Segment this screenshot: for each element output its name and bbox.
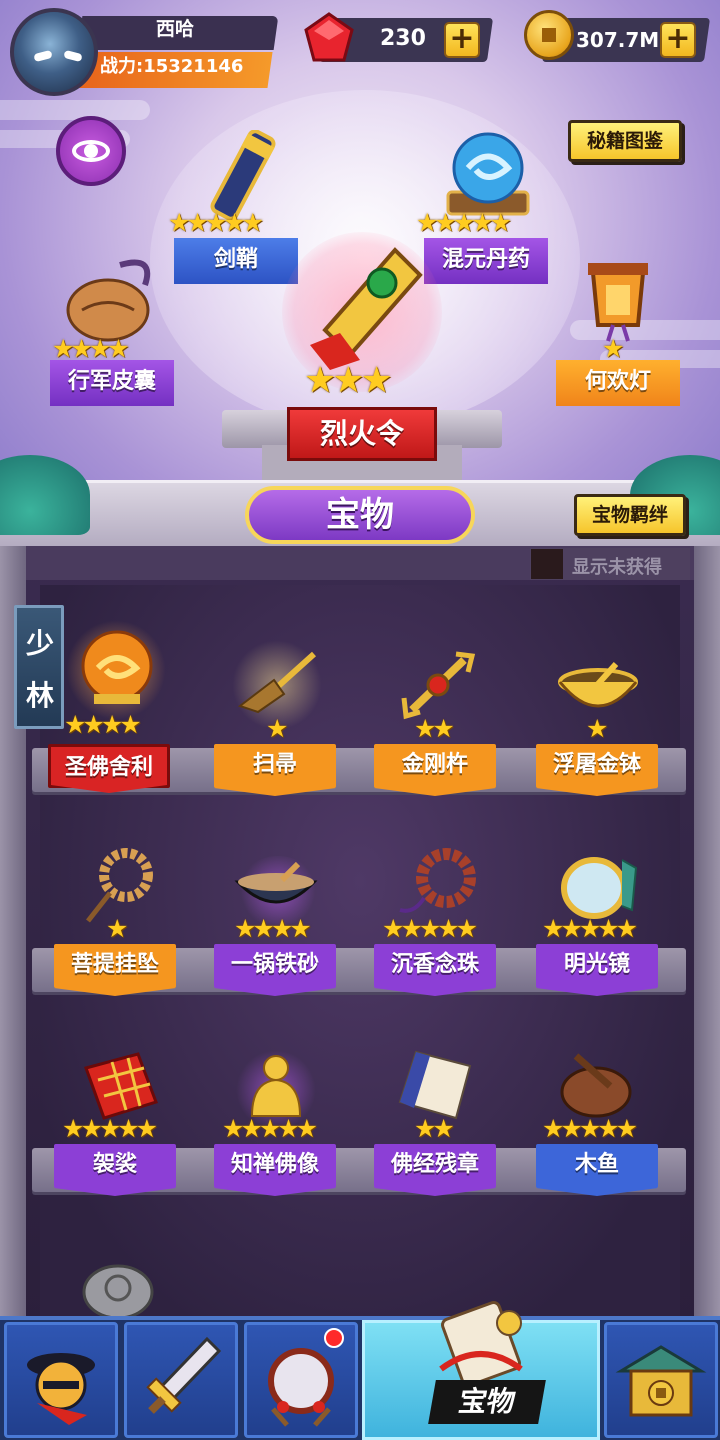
star-rating: ★★ xyxy=(414,1114,455,1143)
star-rating: ★★★★★ xyxy=(416,208,512,237)
iron-sand-wok-icon xyxy=(234,861,318,904)
nav-active-label: 宝物 xyxy=(428,1380,546,1424)
star-rating: ★ xyxy=(586,714,609,743)
mirror-icon xyxy=(561,857,638,919)
stone-disc-icon[interactable] xyxy=(80,1262,156,1316)
star-rating: ★★★★ xyxy=(234,914,312,943)
toggle-checkbox[interactable] xyxy=(531,549,563,579)
nav-tab-weapon[interactable] xyxy=(124,1322,238,1438)
fire-token-icon xyxy=(310,247,423,370)
star-rating: ★★★★★ xyxy=(168,208,264,237)
featured-label: 混元丹药 xyxy=(424,238,548,284)
relic-orb-icon xyxy=(81,630,153,704)
treasure-label: 一锅铁砂 xyxy=(214,944,336,988)
robe-icon xyxy=(84,1052,158,1120)
treasure-label: 沉香念珠 xyxy=(374,944,496,988)
star-rating: ★★★★★ xyxy=(62,1114,158,1143)
featured-label: 何欢灯 xyxy=(556,360,680,406)
lantern-icon xyxy=(588,263,648,342)
scripture-icon xyxy=(398,1050,472,1120)
treasure-label: 菩提挂坠 xyxy=(54,944,176,988)
buddha-statue-icon xyxy=(250,1055,302,1117)
treasure-label: 佛经残章 xyxy=(374,1144,496,1188)
ruby-gem-icon xyxy=(304,12,354,62)
featured-label: 剑鞘 xyxy=(174,238,298,284)
star-rating: ★★★ xyxy=(304,360,393,401)
coin-count: 307.7M xyxy=(576,28,660,52)
avatar[interactable] xyxy=(10,8,98,96)
treasure-label: 明光镜 xyxy=(536,944,658,988)
treasure-label: 袈裟 xyxy=(54,1144,176,1188)
wooden-fish-icon xyxy=(560,1053,632,1118)
star-rating: ★★★★★ xyxy=(542,914,638,943)
star-rating: ★ xyxy=(602,334,625,363)
golden-bowl-icon xyxy=(558,661,638,708)
sword-icon xyxy=(146,1336,222,1414)
nav-tab-building[interactable] xyxy=(604,1322,718,1438)
treasure-label: 知禅佛像 xyxy=(214,1144,336,1188)
avatar-eye xyxy=(63,49,83,63)
add-gems-button[interactable]: + xyxy=(444,22,480,58)
player-power: 战力:15321146 xyxy=(100,56,244,77)
codex-button[interactable]: 秘籍图鉴 xyxy=(568,120,682,162)
leather-pouch-icon xyxy=(66,259,151,342)
hero-icon xyxy=(27,1353,95,1425)
star-rating: ★ xyxy=(266,714,289,743)
eye-pupil xyxy=(84,144,98,158)
star-rating: ★★★★★ xyxy=(542,1114,638,1143)
treasure-label: 扫帚 xyxy=(214,744,336,788)
star-rating: ★ xyxy=(106,914,129,943)
sect-tab-label: 少林 xyxy=(25,627,54,712)
nav-tab-hero[interactable] xyxy=(4,1322,118,1438)
prayer-beads-icon xyxy=(399,848,476,913)
star-rating: ★★★★★ xyxy=(382,914,478,943)
section-title: 宝物 xyxy=(245,486,475,544)
treasure-label: 圣佛舍利 xyxy=(48,744,170,788)
treasure-bond-button[interactable]: 宝物羁绊 xyxy=(574,494,686,536)
treasure-label: 浮屠金钵 xyxy=(536,744,658,788)
avatar-eye xyxy=(33,49,53,63)
gem-count: 230 xyxy=(380,26,426,51)
star-rating: ★★ xyxy=(414,714,455,743)
gold-coin-icon xyxy=(524,10,574,60)
treasure-label: 木鱼 xyxy=(536,1144,658,1188)
toggle-label: 显示未获得 xyxy=(572,557,662,578)
star-rating: ★★★★★ xyxy=(222,1114,318,1143)
bead-pendant-icon xyxy=(86,848,153,923)
star-rating: ★★★★ xyxy=(52,334,130,363)
notification-dot xyxy=(324,1328,344,1348)
treasure-icon xyxy=(439,1301,523,1387)
add-coins-button[interactable]: + xyxy=(660,22,696,58)
cloud-decoration xyxy=(0,100,150,120)
star-rating: ★★★★ xyxy=(64,710,142,739)
featured-label: 行军皮囊 xyxy=(50,360,174,406)
cabinet-frame-right xyxy=(694,546,720,1326)
view-toggle-button[interactable] xyxy=(56,116,126,186)
building-icon xyxy=(615,1345,707,1417)
treasure-label: 金刚杵 xyxy=(374,744,496,788)
vajra-icon xyxy=(401,651,476,720)
broom-icon xyxy=(237,651,317,714)
featured-center-label: 烈火令 xyxy=(287,407,437,461)
player-name: 西哈 xyxy=(155,18,194,40)
